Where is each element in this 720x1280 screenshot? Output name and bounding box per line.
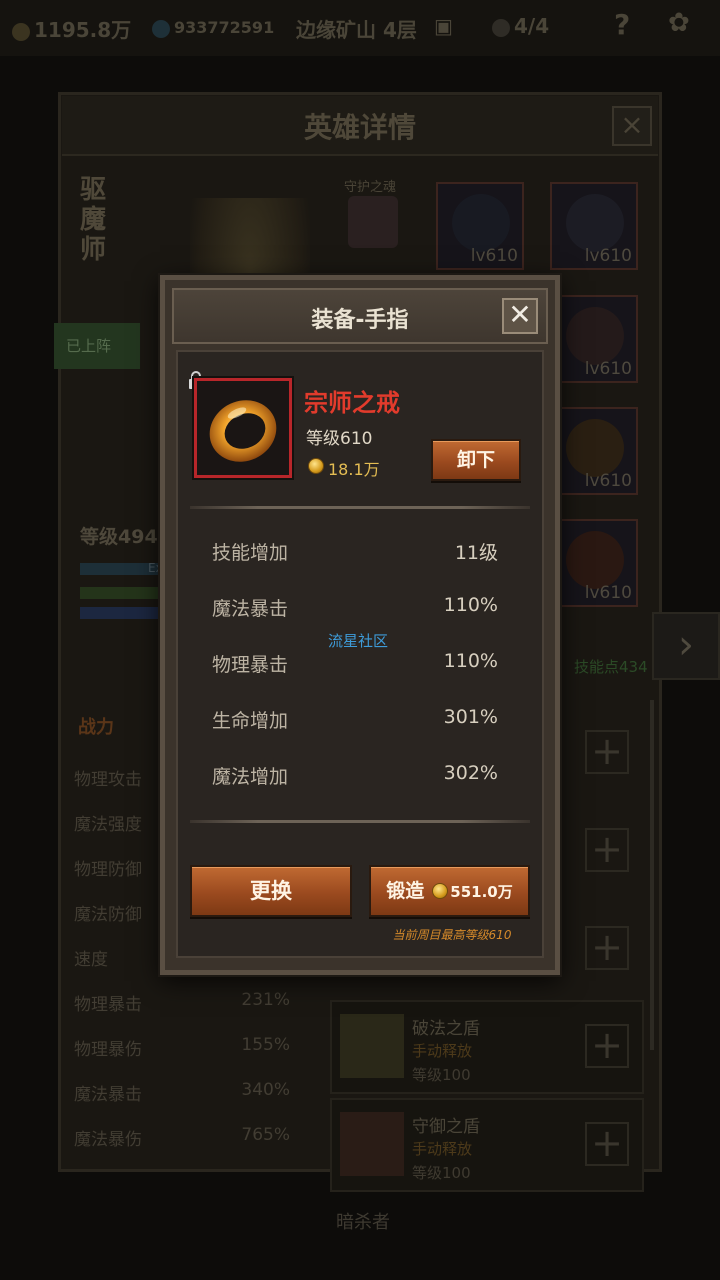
top-status-bar: 1195.8万 933772591 边缘矿山 4层 ▣ 4/4 ? ✿ bbox=[0, 0, 720, 56]
gold-coin-icon bbox=[432, 883, 449, 899]
attribute-label: 技能增加 bbox=[212, 542, 289, 564]
settings-icon[interactable]: ✿ bbox=[668, 8, 690, 38]
attribute-label: 生命增加 bbox=[212, 710, 289, 732]
guardian-label: 守护之魂 bbox=[344, 180, 397, 195]
equip-slot-head[interactable]: lv610 bbox=[436, 182, 524, 270]
guardian-icon[interactable] bbox=[348, 196, 398, 248]
stats-tab-power[interactable]: 战力 bbox=[78, 713, 114, 739]
forge-label: 锻造 bbox=[386, 880, 425, 902]
divider bbox=[190, 820, 530, 823]
stat-row: 物理暴伤 155% bbox=[74, 1035, 290, 1060]
skill-upgrade-plus-icon[interactable]: + bbox=[585, 730, 629, 774]
hero-detail-title: 英雄详情 bbox=[303, 111, 416, 144]
shield-break-skill-icon bbox=[340, 1014, 404, 1078]
watermark-text: 流星社区 bbox=[328, 632, 389, 650]
divider bbox=[190, 506, 530, 509]
skill-upgrade-plus-icon[interactable]: + bbox=[585, 926, 629, 970]
equip-slot-feet[interactable]: lv610 bbox=[550, 295, 638, 383]
stat-row: 魔法暴击 340% bbox=[74, 1080, 290, 1105]
item-level: 等级610 bbox=[306, 429, 373, 449]
ring-icon bbox=[566, 419, 624, 477]
stat-row: 魔法暴伤 765% bbox=[74, 1125, 290, 1150]
gem-display: 933772591 bbox=[152, 18, 274, 38]
exp-bar: Ex bbox=[80, 561, 163, 575]
boots-icon bbox=[566, 307, 624, 365]
skill-upgrade-plus-icon[interactable]: + bbox=[585, 1024, 629, 1068]
attribute-value: 302% bbox=[443, 762, 498, 784]
gold-display: 1195.8万 bbox=[12, 14, 131, 43]
gem-icon bbox=[152, 19, 170, 38]
gold-coin-icon bbox=[308, 458, 324, 474]
skill-upgrade-plus-icon[interactable]: + bbox=[585, 1122, 629, 1166]
replace-button[interactable]: 更换 bbox=[190, 865, 352, 917]
on-team-badge: 已上阵 bbox=[54, 323, 140, 369]
team-icon bbox=[492, 18, 510, 37]
forge-button[interactable]: 锻造 551.0万 bbox=[369, 865, 530, 917]
location-label: 边缘矿山 4层 bbox=[296, 18, 417, 42]
amulet-icon bbox=[566, 194, 624, 252]
gold-coin-icon bbox=[12, 22, 30, 41]
stat-row: 物理暴击 231% bbox=[74, 990, 290, 1015]
unequip-button[interactable]: 卸下 bbox=[431, 439, 521, 481]
equipment-dialog-title: 装备-手指 bbox=[311, 308, 409, 333]
attribute-label: 物理暴击 bbox=[212, 654, 289, 676]
bracer-icon bbox=[566, 531, 624, 589]
skill-points-label: 技能点434 bbox=[574, 658, 648, 676]
mp-bar bbox=[80, 607, 160, 619]
skill-upgrade-plus-icon[interactable]: + bbox=[585, 828, 629, 872]
attribute-label: 魔法暴击 bbox=[212, 598, 289, 620]
equip-slot-finger[interactable]: lv610 bbox=[550, 407, 638, 495]
item-sell-price: 18.1万 bbox=[328, 460, 380, 479]
hero-detail-close-button[interactable]: × bbox=[612, 106, 652, 146]
item-name: 宗师之戒 bbox=[304, 389, 400, 417]
team-count: 4/4 bbox=[492, 14, 549, 38]
item-icon-frame[interactable] bbox=[192, 376, 294, 480]
bottom-label: 暗杀者 bbox=[336, 1212, 390, 1233]
close-icon[interactable]: ✕ bbox=[502, 298, 538, 334]
mail-icon[interactable]: ▣ bbox=[434, 14, 453, 38]
guard-shield-skill-icon bbox=[340, 1112, 404, 1176]
hood-icon bbox=[452, 194, 510, 252]
attribute-value: 110% bbox=[443, 594, 498, 616]
equip-slot-neck[interactable]: lv610 bbox=[550, 182, 638, 270]
hp-bar bbox=[80, 587, 160, 599]
equip-slot-wrist[interactable]: lv610 bbox=[550, 519, 638, 607]
attribute-value: 110% bbox=[443, 650, 498, 672]
attribute-value: 11级 bbox=[454, 542, 498, 564]
skill-list-scrollbar[interactable] bbox=[650, 700, 654, 1050]
attribute-value: 301% bbox=[443, 706, 498, 728]
help-icon[interactable]: ? bbox=[614, 8, 630, 41]
forge-cost: 551.0万 bbox=[450, 883, 513, 901]
ring-icon bbox=[209, 400, 277, 462]
attribute-label: 魔法增加 bbox=[212, 766, 289, 788]
next-hero-arrow-icon[interactable]: › bbox=[652, 612, 720, 680]
hero-level: 等级494 bbox=[80, 526, 158, 548]
hero-name: 驱魔师 bbox=[80, 175, 107, 265]
max-level-note: 当前周目最高等级610 bbox=[392, 928, 512, 942]
